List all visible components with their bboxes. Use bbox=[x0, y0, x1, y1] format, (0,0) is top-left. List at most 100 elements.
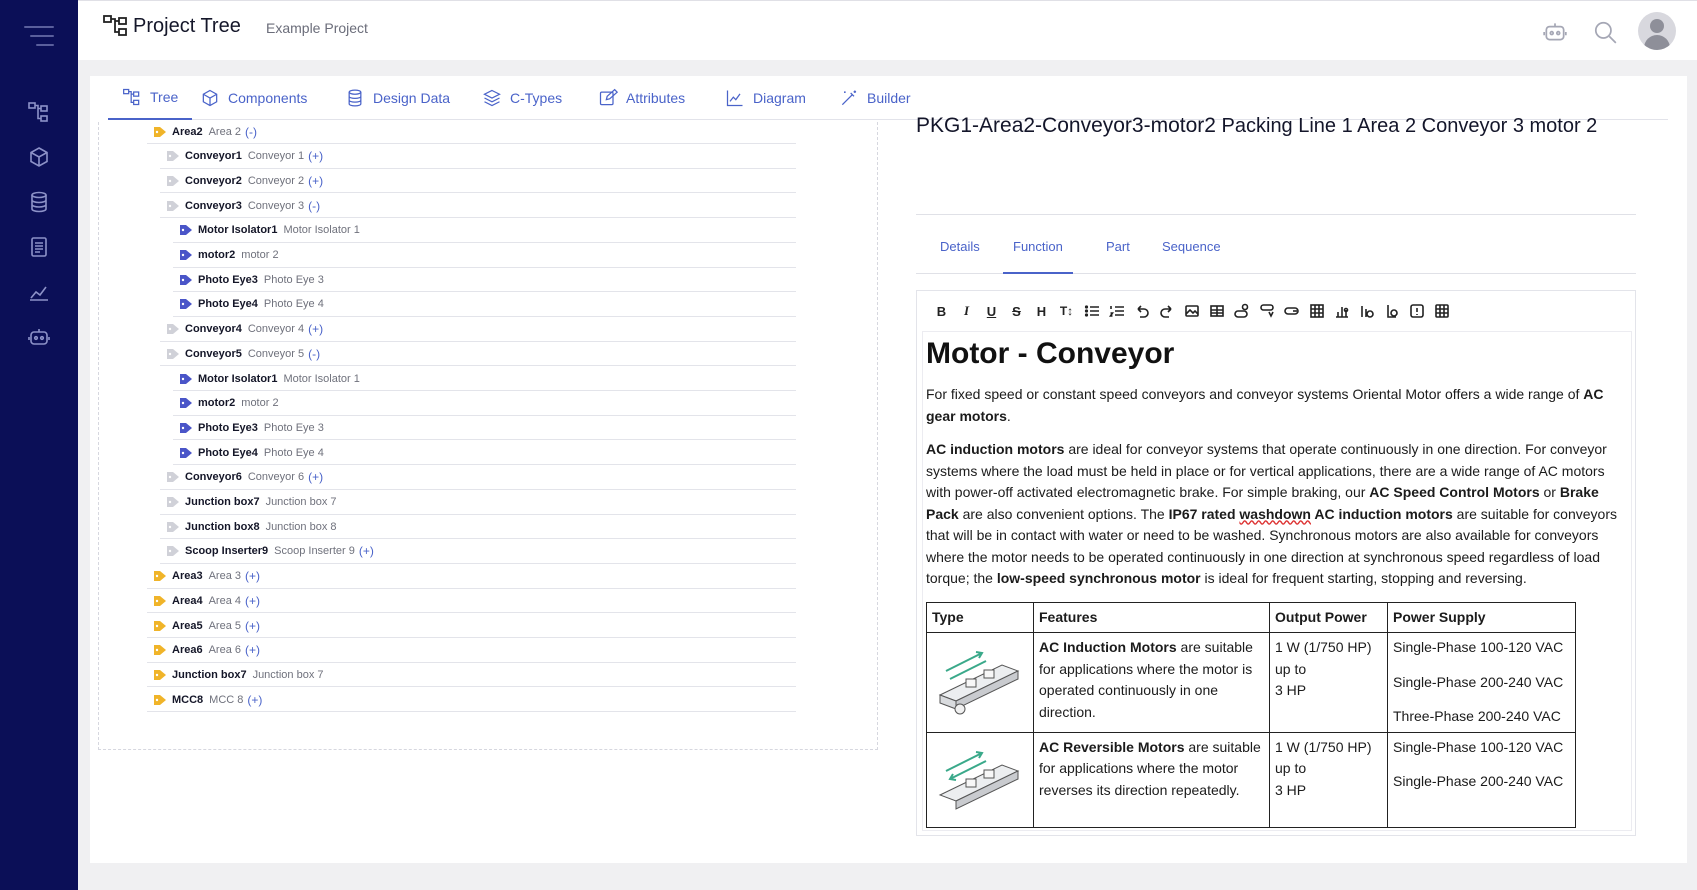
tree-node[interactable]: Motor Isolator1 Motor Isolator 1 bbox=[173, 219, 796, 243]
expand-toggle[interactable]: (+) bbox=[359, 544, 374, 558]
tree-node[interactable]: Junction box7 Junction box 7 bbox=[160, 491, 796, 515]
node-name[interactable]: Area6 bbox=[172, 644, 203, 656]
font-size-button[interactable]: T↕ bbox=[1054, 301, 1079, 321]
node-name[interactable]: Motor Isolator1 bbox=[198, 224, 277, 236]
tree-node[interactable]: Scoop Inserter9 Scoop Inserter 9 (+) bbox=[160, 540, 796, 564]
node-name[interactable]: Junction box7 bbox=[185, 496, 260, 508]
tab-tree[interactable]: Tree bbox=[108, 76, 193, 120]
chart-icon[interactable] bbox=[27, 280, 51, 304]
heading-button[interactable]: H bbox=[1029, 301, 1054, 321]
node-name[interactable]: Conveyor5 bbox=[185, 348, 242, 360]
node-name[interactable]: motor2 bbox=[198, 397, 235, 409]
expand-toggle[interactable]: (+) bbox=[245, 643, 260, 657]
search-icon[interactable] bbox=[1592, 19, 1618, 45]
node-name[interactable]: MCC8 bbox=[172, 694, 203, 706]
tree-node[interactable]: motor2 motor 2 bbox=[173, 244, 796, 268]
table-edit-icon[interactable] bbox=[1429, 301, 1454, 321]
robot-icon[interactable] bbox=[1542, 19, 1568, 45]
insert-icon[interactable] bbox=[1279, 301, 1304, 321]
tree-node[interactable]: Photo Eye3 Photo Eye 3 bbox=[173, 416, 796, 441]
expand-toggle[interactable]: (+) bbox=[245, 594, 260, 608]
user-avatar[interactable] bbox=[1638, 12, 1676, 50]
insert-icon[interactable] bbox=[1229, 301, 1254, 321]
tree-node[interactable]: Area5 Area 5 (+) bbox=[147, 614, 796, 638]
tree-node[interactable]: Conveyor4 Conveyor 4 (+) bbox=[160, 318, 796, 342]
node-name[interactable]: Area5 bbox=[172, 620, 203, 632]
node-name[interactable]: Conveyor3 bbox=[185, 200, 242, 212]
node-name[interactable]: Conveyor1 bbox=[185, 150, 242, 162]
tab-diagram[interactable]: Diagram bbox=[725, 76, 806, 120]
node-name[interactable]: Junction box7 bbox=[172, 669, 247, 681]
subtab-details[interactable]: Details bbox=[930, 234, 990, 274]
chart-icon[interactable] bbox=[1329, 301, 1354, 321]
node-name[interactable]: Junction box8 bbox=[185, 521, 260, 533]
robot-icon[interactable] bbox=[27, 325, 51, 349]
tree-node[interactable]: Conveyor2 Conveyor 2 (+) bbox=[160, 169, 796, 194]
tree-node[interactable]: Area3 Area 3 (+) bbox=[147, 565, 796, 589]
underline-button[interactable]: U bbox=[979, 301, 1004, 321]
node-name[interactable]: Area4 bbox=[172, 595, 203, 607]
tree-node[interactable]: Conveyor6 Conveyor 6 (+) bbox=[160, 466, 796, 490]
node-name[interactable]: Area3 bbox=[172, 570, 203, 582]
expand-toggle[interactable]: (+) bbox=[245, 569, 260, 583]
node-name[interactable]: Photo Eye4 bbox=[198, 298, 258, 310]
node-name[interactable]: Conveyor6 bbox=[185, 471, 242, 483]
collapse-toggle[interactable]: (-) bbox=[308, 347, 320, 361]
node-name[interactable]: Area2 bbox=[172, 126, 203, 138]
subtab-function[interactable]: Function bbox=[1003, 234, 1073, 274]
tree-node[interactable]: MCC8 MCC 8 (+) bbox=[147, 688, 796, 713]
expand-toggle[interactable]: (+) bbox=[247, 693, 262, 707]
cube-icon[interactable] bbox=[27, 145, 51, 169]
tree-node[interactable]: Area2 Area 2 (-) bbox=[147, 122, 796, 144]
insert-icon[interactable] bbox=[1254, 301, 1279, 321]
tag-icon[interactable] bbox=[1379, 301, 1404, 321]
subtab-sequence[interactable]: Sequence bbox=[1152, 234, 1231, 274]
expand-toggle[interactable]: (+) bbox=[308, 174, 323, 188]
tab-attributes[interactable]: Attributes bbox=[598, 76, 685, 120]
node-name[interactable]: motor2 bbox=[198, 249, 235, 261]
menu-icon[interactable] bbox=[24, 26, 54, 48]
subtab-part[interactable]: Part bbox=[1096, 234, 1140, 274]
tree-node[interactable]: Motor Isolator1 Motor Isolator 1 bbox=[173, 367, 796, 391]
redo-icon[interactable] bbox=[1154, 301, 1179, 321]
tab-c-types[interactable]: C-Types bbox=[482, 76, 562, 120]
tree-node[interactable]: Conveyor5 Conveyor 5 (-) bbox=[160, 342, 796, 367]
node-name[interactable]: Conveyor2 bbox=[185, 175, 242, 187]
tree-node[interactable]: Photo Eye3 Photo Eye 3 bbox=[173, 268, 796, 293]
tree-node[interactable]: Photo Eye4 Photo Eye 4 bbox=[173, 441, 796, 466]
strikethrough-button[interactable]: S bbox=[1004, 301, 1029, 321]
tree-node[interactable]: Conveyor3 Conveyor 3 (-) bbox=[160, 194, 796, 219]
project-name[interactable]: Example Project bbox=[266, 20, 368, 36]
node-name[interactable]: Photo Eye3 bbox=[198, 422, 258, 434]
tree-node[interactable]: Conveyor1 Conveyor 1 (+) bbox=[160, 145, 796, 169]
node-name[interactable]: Conveyor4 bbox=[185, 323, 242, 335]
collapse-toggle[interactable]: (-) bbox=[308, 199, 320, 213]
expand-toggle[interactable]: (+) bbox=[308, 322, 323, 336]
italic-button[interactable]: I bbox=[954, 301, 979, 321]
tab-components[interactable]: Components bbox=[200, 76, 307, 120]
node-name[interactable]: Photo Eye4 bbox=[198, 447, 258, 459]
tree-icon[interactable] bbox=[27, 100, 51, 124]
info-icon[interactable] bbox=[1404, 301, 1429, 321]
collapse-toggle[interactable]: (-) bbox=[245, 125, 257, 139]
bold-button[interactable]: B bbox=[929, 301, 954, 321]
table-icon[interactable] bbox=[1204, 301, 1229, 321]
tab-builder[interactable]: Builder bbox=[839, 76, 911, 120]
grid-icon[interactable] bbox=[1304, 301, 1329, 321]
node-name[interactable]: Scoop Inserter9 bbox=[185, 545, 268, 557]
tab-design-data[interactable]: Design Data bbox=[345, 76, 450, 120]
bullet-list-icon[interactable] bbox=[1079, 301, 1104, 321]
document-icon[interactable] bbox=[27, 235, 51, 259]
expand-toggle[interactable]: (+) bbox=[308, 149, 323, 163]
undo-icon[interactable] bbox=[1129, 301, 1154, 321]
tree-node[interactable]: Junction box7 Junction box 7 bbox=[147, 663, 796, 688]
database-icon[interactable] bbox=[27, 190, 51, 214]
numbered-list-icon[interactable] bbox=[1104, 301, 1129, 321]
image-icon[interactable] bbox=[1179, 301, 1204, 321]
chart-icon[interactable] bbox=[1354, 301, 1379, 321]
tree-node[interactable]: Junction box8 Junction box 8 bbox=[160, 515, 796, 540]
node-name[interactable]: Motor Isolator1 bbox=[198, 373, 277, 385]
tree-node[interactable]: Area4 Area 4 (+) bbox=[147, 589, 796, 614]
tree-node[interactable]: Area6 Area 6 (+) bbox=[147, 639, 796, 663]
editor-content[interactable]: Motor - Conveyor For fixed speed or cons… bbox=[922, 331, 1632, 831]
